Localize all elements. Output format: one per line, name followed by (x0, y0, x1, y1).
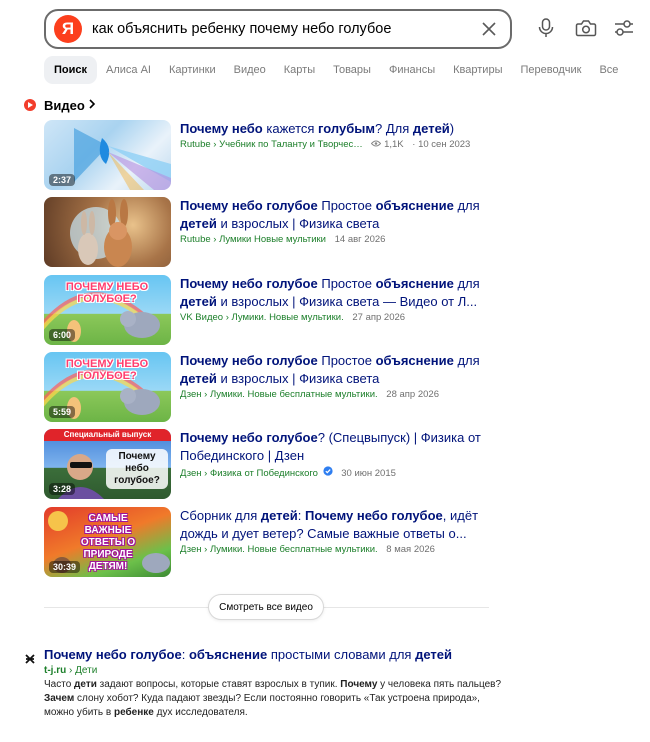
video-date: 27 апр 2026 (352, 312, 406, 323)
video-date: 10 сен 2023 (418, 139, 471, 150)
tab-maps[interactable]: Карты (275, 56, 324, 84)
video-duration: 2:37 (49, 174, 76, 186)
video-source[interactable]: Дзен › Физика от Побединского (180, 468, 318, 479)
video-meta: Дзен › Лумики. Новые бесплатные мультики… (180, 389, 439, 400)
video-item[interactable]: ПОЧЕМУ НЕБО ГОЛУБОЕ? 5:59 Почему небо го… (44, 352, 494, 424)
video-item[interactable]: Почему небо голубое Простое объяснение д… (44, 197, 494, 269)
video-item[interactable]: САМЫЕ ВАЖНЫЕ ОТВЕТЫ О ПРИРОДЕ ДЕТЯМ! 30:… (44, 507, 494, 579)
video-meta: Rutube › Учебник по Таланту и Творчес… 1… (180, 139, 471, 150)
site-favicon-icon (25, 651, 35, 664)
eye-icon (371, 139, 384, 150)
play-icon (24, 99, 36, 111)
video-date: 14 авг 2026 (334, 234, 386, 245)
video-item[interactable]: 2:37 Почему небо кажется голубым? Для де… (44, 120, 494, 192)
result-title[interactable]: Почему небо голубое: объяснение простыми… (44, 647, 452, 662)
video-duration: 6:00 (49, 329, 76, 341)
video-date: 28 апр 2026 (386, 389, 439, 400)
tab-images[interactable]: Картинки (160, 56, 225, 84)
microphone-icon[interactable] (532, 14, 560, 42)
tab-goods[interactable]: Товары (324, 56, 380, 84)
clear-icon[interactable] (472, 12, 506, 46)
result-snippet: Часто дети задают вопросы, которые ставя… (44, 679, 502, 718)
thumbnail-caption: ПОЧЕМУ НЕБО ГОЛУБОЕ? (65, 358, 149, 382)
video-source[interactable]: Rutube › Учебник по Таланту и Творчес… (180, 139, 363, 150)
tab-finance[interactable]: Финансы (380, 56, 444, 84)
video-thumbnail[interactable]: 2:37 (44, 120, 171, 190)
video-meta: VK Видео › Лумики. Новые мультики. 27 ап… (180, 312, 405, 323)
video-meta: Rutube › Лумики Новые мультики 14 авг 20… (180, 234, 385, 245)
thumbnail-caption: Почему небо голубое? (106, 449, 168, 489)
video-title[interactable]: Почему небо голубое Простое объяснение д… (180, 275, 490, 311)
settings-icon[interactable] (610, 14, 638, 42)
yandex-logo[interactable]: Я (54, 15, 82, 43)
video-thumbnail[interactable]: ПОЧЕМУ НЕБО ГОЛУБОЕ? 5:59 (44, 352, 171, 422)
video-views: 1,1K (384, 139, 404, 150)
video-title[interactable]: Сборник для детей: Почему небо голубое, … (180, 507, 490, 543)
video-item[interactable]: ПОЧЕМУ НЕБО ГОЛУБОЕ? 6:00 Почему небо го… (44, 275, 494, 347)
video-title[interactable]: Почему небо голубое? (Спецвыпуск) | Физи… (180, 429, 490, 465)
video-duration: 3:28 (49, 483, 76, 495)
video-section-header[interactable]: Видео (24, 96, 96, 114)
video-date: 8 мая 2026 (386, 544, 435, 555)
video-source[interactable]: Rutube › Лумики Новые мультики (180, 234, 326, 245)
video-meta: Дзен › Физика от Побединского 30 июн 201… (180, 466, 396, 479)
video-thumbnail[interactable] (44, 197, 171, 267)
tab-video[interactable]: Видео (225, 56, 275, 84)
result-domain[interactable]: t-j.ru (44, 665, 66, 676)
camera-icon[interactable] (572, 14, 600, 42)
video-thumbnail[interactable]: ПОЧЕМУ НЕБО ГОЛУБОЕ? 6:00 (44, 275, 171, 345)
tab-search[interactable]: Поиск (44, 56, 98, 84)
result-source[interactable]: t-j.ru › Дети (44, 665, 97, 676)
video-duration: 5:59 (49, 406, 76, 418)
video-section-title: Видео (44, 97, 85, 113)
tab-alice[interactable]: Алиса AI (97, 56, 160, 84)
video-thumbnail[interactable]: САМЫЕ ВАЖНЫЕ ОТВЕТЫ О ПРИРОДЕ ДЕТЯМ! 30:… (44, 507, 171, 577)
search-bar[interactable]: Я как объяснить ребенку почему небо голу… (44, 9, 512, 49)
search-input[interactable]: как объяснить ребенку почему небо голубо… (92, 21, 472, 37)
result-breadcrumb[interactable]: › Дети (69, 665, 97, 676)
video-title[interactable]: Почему небо голубое Простое объяснение д… (180, 352, 490, 388)
tab-all[interactable]: Все (590, 56, 627, 84)
video-source[interactable]: Дзен › Лумики. Новые бесплатные мультики… (180, 544, 378, 555)
video-item[interactable]: Специальный выпуск Почему небо голубое? … (44, 429, 494, 501)
video-duration: 30:39 (49, 561, 81, 573)
chevron-right-icon (88, 96, 96, 114)
video-title[interactable]: Почему небо голубое Простое объяснение д… (180, 197, 490, 233)
video-thumbnail[interactable]: Специальный выпуск Почему небо голубое? … (44, 429, 171, 499)
tab-translator[interactable]: Переводчик (511, 56, 590, 84)
video-date: 30 июн 2015 (341, 468, 396, 479)
verified-icon (323, 466, 336, 479)
thumbnail-caption: ПОЧЕМУ НЕБО ГОЛУБОЕ? (65, 281, 149, 305)
search-tabs: Поиск Алиса AI Картинки Видео Карты Това… (44, 56, 627, 84)
video-title[interactable]: Почему небо кажется голубым? Для детей) (180, 120, 490, 138)
tab-apartments[interactable]: Квартиры (444, 56, 511, 84)
video-meta: Дзен › Лумики. Новые бесплатные мультики… (180, 544, 435, 555)
show-all-videos-button[interactable]: Смотреть все видео (208, 594, 324, 620)
video-source[interactable]: Дзен › Лумики. Новые бесплатные мультики… (180, 389, 378, 400)
video-source[interactable]: VK Видео › Лумики. Новые мультики. (180, 312, 344, 323)
